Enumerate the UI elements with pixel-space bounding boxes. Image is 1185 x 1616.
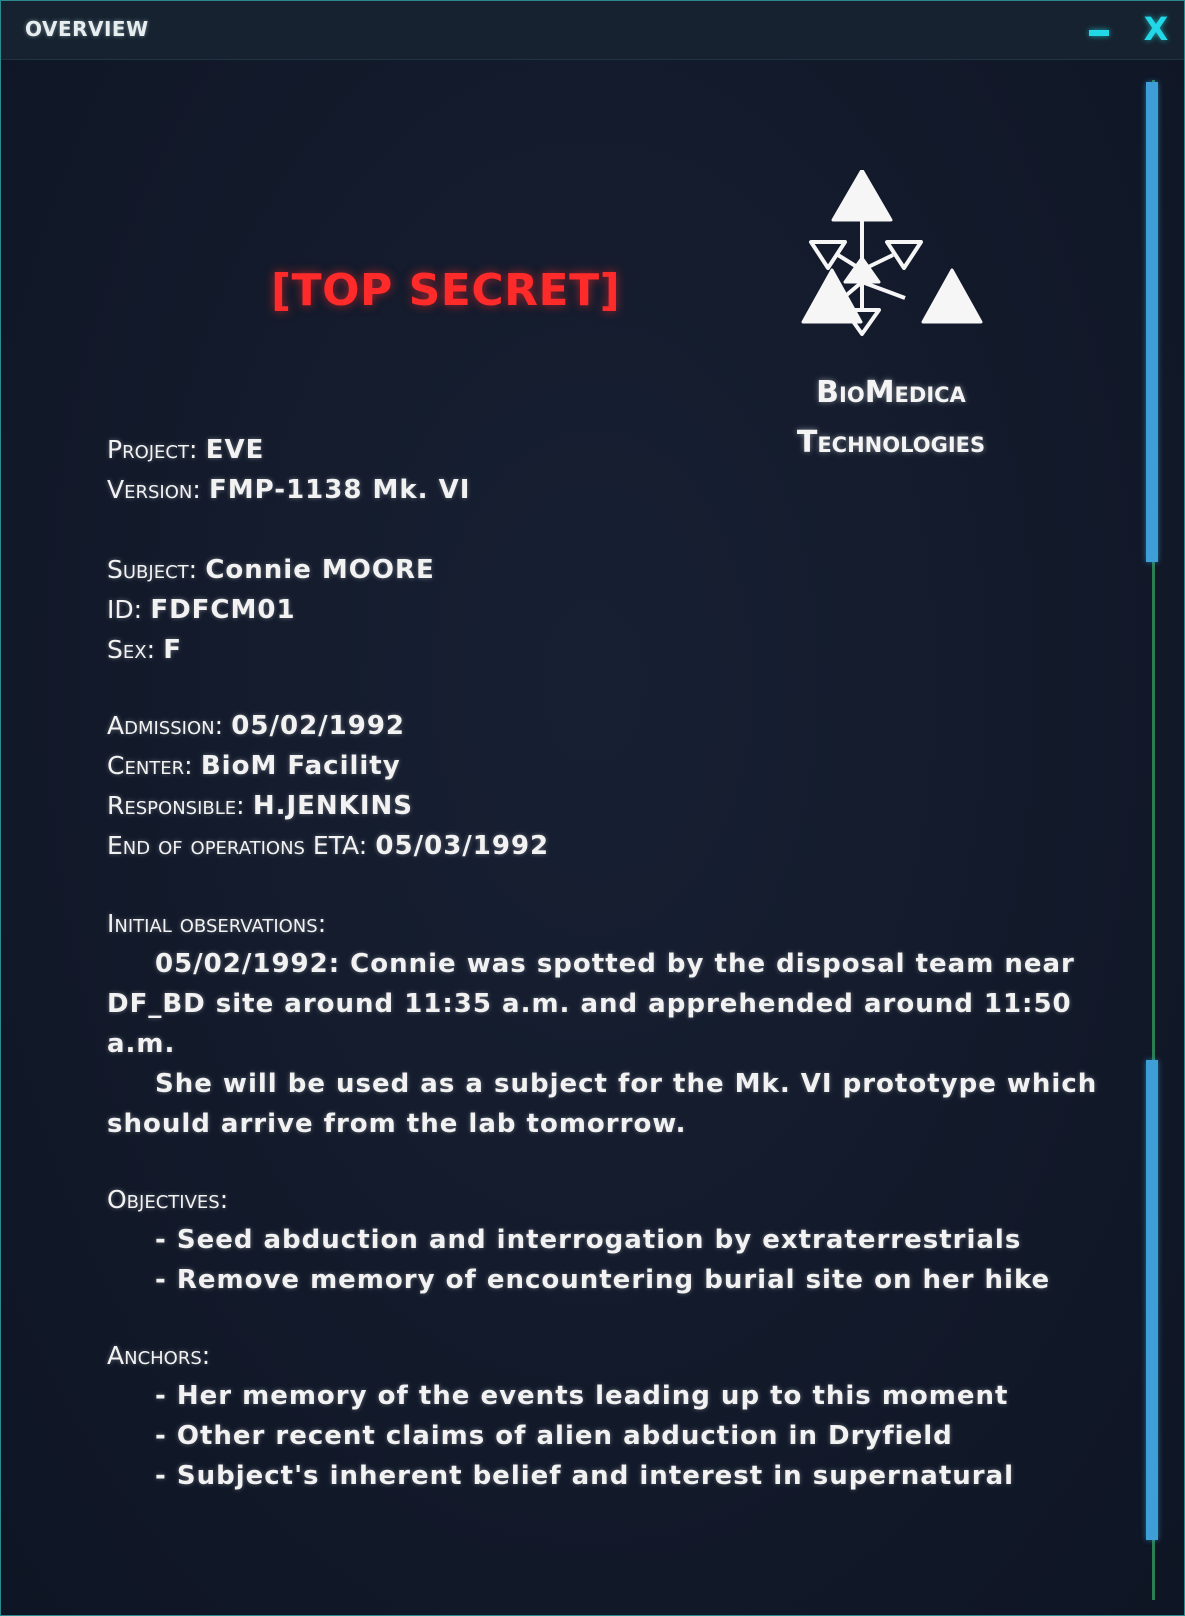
field-value: Connie MOORE bbox=[205, 555, 435, 585]
field-responsible: Responsible: H.JENKINS bbox=[107, 786, 1027, 826]
field-center: Center: BioM Facility bbox=[107, 746, 1027, 786]
anchor-item: - Subject's inherent belief and interest… bbox=[155, 1461, 1015, 1491]
anchor-item: - Her memory of the events leading up to… bbox=[155, 1381, 1009, 1411]
field-value: FMP-1138 Mk. VI bbox=[209, 475, 471, 505]
field-label: Version: bbox=[107, 475, 201, 504]
anchors-heading: Anchors: bbox=[107, 1341, 211, 1370]
field-label: ID: bbox=[107, 595, 143, 624]
objectives-heading: Objectives: bbox=[107, 1185, 229, 1214]
observations-heading: Initial observations: bbox=[107, 909, 327, 938]
classification-stamp: [TOP SECRET] bbox=[271, 265, 621, 316]
field-subject: Subject: Connie MOORE bbox=[107, 550, 1027, 590]
observations-paragraph-2-line-2: should arrive from the lab tomorrow. bbox=[107, 1109, 687, 1139]
field-label: Sex: bbox=[107, 635, 155, 664]
field-admission: Admission: 05/02/1992 bbox=[107, 706, 1027, 746]
company-name-line1: BioMedica bbox=[816, 375, 966, 410]
objective-item: - Remove memory of encountering burial s… bbox=[155, 1265, 1051, 1295]
field-label: Subject: bbox=[107, 555, 198, 584]
field-project: Project: EVE bbox=[107, 430, 1027, 470]
document-body: Project: EVE Version: FMP-1138 Mk. VI Su… bbox=[107, 430, 1098, 1496]
observations-paragraph-1-line-1: 05/02/1992: Connie was spotted by the di… bbox=[155, 949, 1075, 979]
field-value: 05/03/1992 bbox=[375, 831, 550, 861]
scrollbar-thumb-secondary[interactable] bbox=[1146, 1060, 1158, 1540]
field-end-eta: End of operations ETA: 05/03/1992 bbox=[107, 826, 1027, 866]
field-label: Center: bbox=[107, 751, 193, 780]
title-bar[interactable]: OVERVIEW X bbox=[1, 1, 1184, 60]
field-value: EVE bbox=[205, 435, 265, 465]
minimize-button[interactable] bbox=[1089, 30, 1109, 36]
field-value: 05/02/1992 bbox=[231, 711, 406, 741]
objective-item: - Seed abduction and interrogation by ex… bbox=[155, 1225, 1022, 1255]
close-button[interactable]: X bbox=[1141, 9, 1171, 49]
document-content[interactable]: [TOP SECRET] BioMedica Technologies Proj… bbox=[1, 60, 1184, 1615]
field-value: F bbox=[163, 635, 183, 665]
observations-paragraph-1-line-3: a.m. bbox=[107, 1029, 176, 1059]
triangle-network-icon bbox=[801, 170, 983, 336]
anchor-item: - Other recent claims of alien abduction… bbox=[155, 1421, 953, 1451]
overview-window: OVERVIEW X [TOP SECRET] BioMedica Techno… bbox=[0, 0, 1185, 1616]
field-id: ID: FDFCM01 bbox=[107, 590, 1027, 630]
document-page: [TOP SECRET] BioMedica Technologies Proj… bbox=[1, 60, 1184, 1615]
field-value: BioM Facility bbox=[200, 751, 401, 781]
field-value: FDFCM01 bbox=[150, 595, 296, 625]
field-version: Version: FMP-1138 Mk. VI bbox=[107, 470, 1027, 510]
window-title: OVERVIEW bbox=[25, 17, 149, 41]
scrollbar-thumb[interactable] bbox=[1146, 82, 1158, 562]
field-sex: Sex: F bbox=[107, 630, 1027, 670]
field-label: End of operations ETA: bbox=[107, 831, 368, 860]
field-label: Responsible: bbox=[107, 791, 245, 820]
observations-paragraph-2-line-1: She will be used as a subject for the Mk… bbox=[155, 1069, 1098, 1099]
field-label: Admission: bbox=[107, 711, 224, 740]
observations-paragraph-1-line-2: DF_BD site around 11:35 a.m. and apprehe… bbox=[107, 989, 1072, 1019]
field-label: Project: bbox=[107, 435, 198, 464]
field-value: H.JENKINS bbox=[252, 791, 413, 821]
